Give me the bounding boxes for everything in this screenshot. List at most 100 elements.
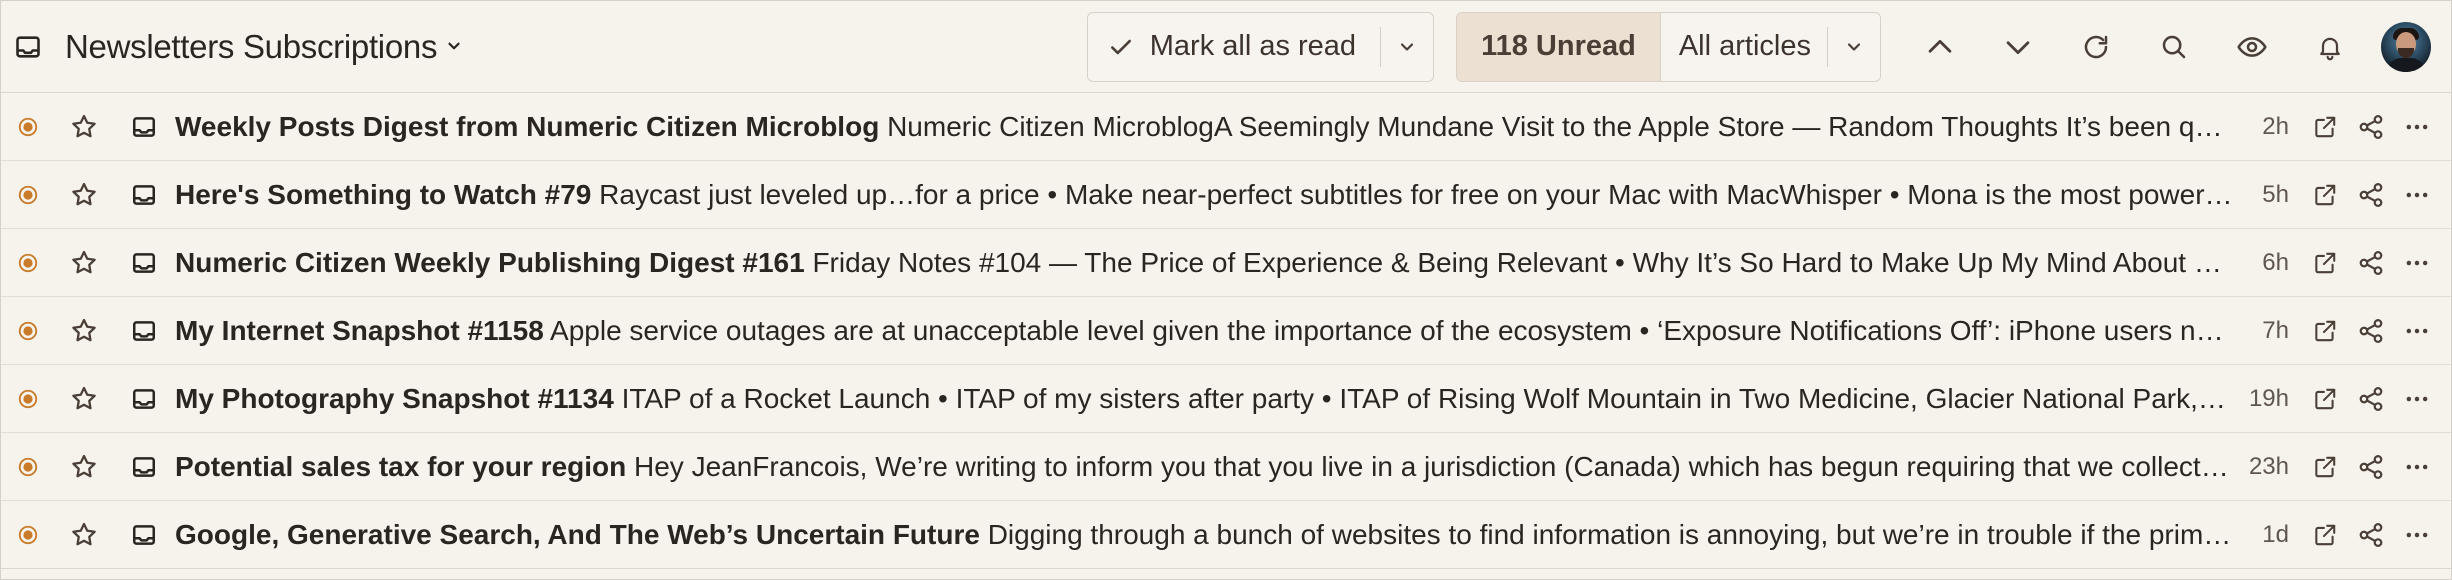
toolbar: Newsletters Subscriptions Mark all as re… bbox=[1, 1, 2451, 93]
external-link-icon bbox=[2315, 320, 2336, 341]
avatar[interactable] bbox=[2381, 21, 2431, 72]
star-icon[interactable] bbox=[67, 178, 101, 212]
share-button[interactable] bbox=[2349, 243, 2393, 283]
share-button[interactable] bbox=[2349, 311, 2393, 351]
article-summary: Numeric Citizen MicroblogA Seemingly Mun… bbox=[887, 110, 2233, 142]
star-icon[interactable] bbox=[67, 110, 101, 144]
external-link-icon bbox=[2315, 524, 2336, 545]
more-options-button[interactable] bbox=[2395, 175, 2439, 215]
article-row[interactable]: Potential sales tax for your region Hey … bbox=[1, 433, 2451, 501]
unread-dot-icon[interactable] bbox=[15, 318, 41, 344]
star-icon[interactable] bbox=[67, 314, 101, 348]
more-horizontal-icon bbox=[2406, 464, 2428, 469]
inbox-tray-icon bbox=[129, 452, 159, 482]
article-subject: Weekly Posts Digest from Numeric Citizen… bbox=[175, 110, 880, 142]
open-external-button[interactable] bbox=[2303, 311, 2347, 351]
notifications-button[interactable] bbox=[2291, 12, 2369, 82]
search-button[interactable] bbox=[2135, 12, 2213, 82]
unread-dot-icon[interactable] bbox=[15, 250, 41, 276]
chevron-down-icon bbox=[1400, 42, 1414, 51]
share-button[interactable] bbox=[2349, 447, 2393, 487]
open-external-button[interactable] bbox=[2303, 107, 2347, 147]
share-button[interactable] bbox=[2349, 175, 2393, 215]
article-summary: Raycast just leveled up…for a price • Ma… bbox=[599, 178, 2233, 210]
star-icon[interactable] bbox=[67, 518, 101, 552]
previous-article-button[interactable] bbox=[1901, 12, 1979, 82]
search-icon bbox=[2162, 35, 2186, 58]
open-external-button[interactable] bbox=[2303, 447, 2347, 487]
article-summary: ITAP of a Rocket Launch • ITAP of my sis… bbox=[621, 382, 2233, 414]
star-icon[interactable] bbox=[67, 450, 101, 484]
article-text: My Photography Snapshot #1134 ITAP of a … bbox=[175, 383, 2233, 415]
article-row[interactable]: Here's Something to Watch #79 Raycast ju… bbox=[1, 161, 2451, 229]
inbox-tray-icon bbox=[129, 520, 159, 550]
open-external-button[interactable] bbox=[2303, 379, 2347, 419]
feed-title-dropdown[interactable]: Newsletters Subscriptions bbox=[65, 28, 463, 66]
share-button[interactable] bbox=[2349, 107, 2393, 147]
mark-all-read-group: Mark all as read bbox=[1086, 11, 1435, 82]
article-age: 23h bbox=[2248, 452, 2289, 480]
article-age: 6h bbox=[2262, 248, 2289, 276]
article-row[interactable]: My Internet Snapshot #1158 Apple service… bbox=[1, 297, 2451, 365]
article-subject: My Internet Snapshot #1158 bbox=[175, 314, 544, 346]
unread-dot-icon[interactable] bbox=[15, 386, 41, 412]
more-options-button[interactable] bbox=[2395, 243, 2439, 283]
filter-options-button[interactable] bbox=[1828, 13, 1880, 81]
more-horizontal-icon bbox=[2406, 192, 2428, 197]
more-options-button[interactable] bbox=[2395, 447, 2439, 487]
mark-all-read-button[interactable]: Mark all as read bbox=[1088, 13, 1380, 81]
article-list: Weekly Posts Digest from Numeric Citizen… bbox=[1, 93, 2451, 569]
unread-dot-icon[interactable] bbox=[15, 114, 41, 140]
open-external-button[interactable] bbox=[2303, 515, 2347, 555]
share-icon bbox=[2359, 318, 2383, 343]
article-text: Potential sales tax for your region Hey … bbox=[175, 451, 2233, 483]
bell-icon bbox=[2320, 37, 2340, 60]
more-horizontal-icon bbox=[2406, 532, 2428, 537]
more-horizontal-icon bbox=[2406, 260, 2428, 265]
more-options-button[interactable] bbox=[2395, 515, 2439, 555]
app-window: Newsletters Subscriptions Mark all as re… bbox=[0, 0, 2452, 580]
article-row[interactable]: My Photography Snapshot #1134 ITAP of a … bbox=[1, 365, 2451, 433]
article-row[interactable]: Weekly Posts Digest from Numeric Citizen… bbox=[1, 93, 2451, 161]
article-text: Numeric Citizen Weekly Publishing Digest… bbox=[175, 247, 2233, 279]
more-horizontal-icon bbox=[2406, 328, 2428, 333]
unread-dot-icon[interactable] bbox=[15, 182, 41, 208]
open-external-button[interactable] bbox=[2303, 175, 2347, 215]
article-age: 19h bbox=[2248, 384, 2289, 412]
inbox-tray-icon bbox=[129, 316, 159, 346]
share-button[interactable] bbox=[2349, 515, 2393, 555]
star-icon[interactable] bbox=[67, 246, 101, 280]
article-age: 1d bbox=[2262, 520, 2289, 548]
mark-all-read-label: Mark all as read bbox=[1149, 30, 1357, 62]
article-age: 5h bbox=[2262, 180, 2289, 208]
refresh-button[interactable] bbox=[2057, 12, 2135, 82]
view-options-button[interactable] bbox=[2213, 12, 2291, 82]
star-icon[interactable] bbox=[67, 382, 101, 416]
next-article-button[interactable] bbox=[1979, 12, 2057, 82]
unread-count-button[interactable]: 118 Unread bbox=[1457, 12, 1661, 81]
external-link-icon bbox=[2315, 388, 2336, 409]
article-summary: Apple service outages are at unacceptabl… bbox=[550, 314, 2233, 346]
unread-dot-icon[interactable] bbox=[15, 522, 41, 548]
page-title: Newsletters Subscriptions bbox=[65, 27, 438, 65]
external-link-icon bbox=[2315, 456, 2336, 477]
mark-read-options-button[interactable] bbox=[1381, 13, 1433, 81]
share-icon bbox=[2359, 114, 2383, 139]
more-options-button[interactable] bbox=[2395, 311, 2439, 351]
more-options-button[interactable] bbox=[2395, 379, 2439, 419]
article-row[interactable]: Google, Generative Search, And The Web’s… bbox=[1, 501, 2451, 569]
article-age: 7h bbox=[2262, 316, 2289, 344]
chevron-down-icon bbox=[1847, 42, 1861, 51]
unread-dot-icon[interactable] bbox=[15, 454, 41, 480]
open-external-button[interactable] bbox=[2303, 243, 2347, 283]
article-filter-group: 118 Unread All articles bbox=[1456, 11, 1881, 82]
article-row[interactable]: Numeric Citizen Weekly Publishing Digest… bbox=[1, 229, 2451, 297]
all-articles-button[interactable]: All articles bbox=[1661, 13, 1827, 81]
external-link-icon bbox=[2315, 184, 2336, 205]
article-subject: Here's Something to Watch #79 bbox=[175, 178, 592, 210]
more-options-button[interactable] bbox=[2395, 107, 2439, 147]
share-button[interactable] bbox=[2349, 379, 2393, 419]
article-text: My Internet Snapshot #1158 Apple service… bbox=[175, 315, 2233, 347]
all-articles-label: All articles bbox=[1678, 30, 1811, 62]
article-subject: Numeric Citizen Weekly Publishing Digest… bbox=[175, 246, 805, 278]
